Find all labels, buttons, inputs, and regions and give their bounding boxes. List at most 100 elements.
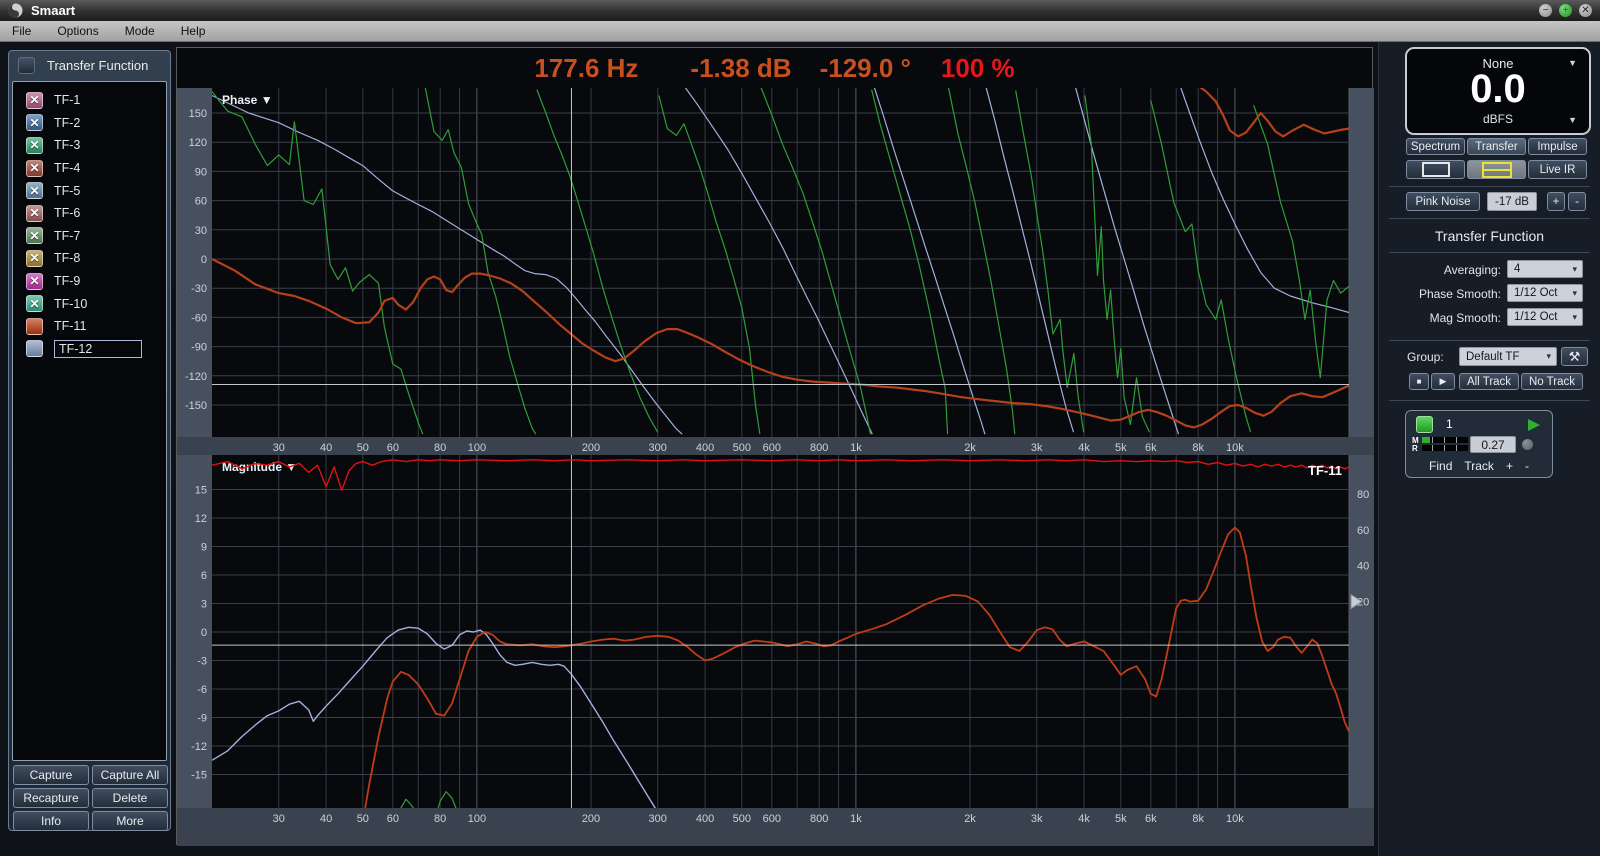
- trace-row-tf-5[interactable]: ✕ TF-5: [13, 179, 166, 202]
- trace-row-tf-11[interactable]: TF-11: [13, 315, 166, 338]
- trace-color-checkbox[interactable]: [26, 317, 43, 335]
- svg-text:4k: 4k: [1078, 813, 1090, 825]
- tab-spectrum[interactable]: Spectrum: [1406, 138, 1465, 155]
- averaging-label: Averaging:: [1443, 263, 1501, 277]
- readout-phase: -129.0 °: [819, 52, 911, 83]
- menu-help[interactable]: Help: [181, 24, 206, 38]
- meter-unit-dropdown-icon[interactable]: ▼: [1568, 115, 1577, 125]
- track-active-indicator[interactable]: [1416, 416, 1433, 433]
- close-button[interactable]: ✕: [1579, 4, 1592, 17]
- minimize-button[interactable]: −: [1539, 4, 1552, 17]
- track-play-icon[interactable]: [1528, 419, 1540, 431]
- magnitude-plot[interactable]: 15129630-3-6-9-12-1530 40 50 60 80 100 200 300 4…: [177, 455, 1374, 846]
- find-button[interactable]: Find: [1429, 459, 1452, 473]
- trace-color-checkbox[interactable]: ✕: [26, 249, 43, 267]
- svg-text:TF-11: TF-11: [1308, 463, 1342, 478]
- divider: [1389, 400, 1590, 401]
- trace-color-checkbox[interactable]: ✕: [26, 91, 43, 109]
- svg-text:2k: 2k: [964, 813, 976, 825]
- play-button[interactable]: ▶: [1431, 373, 1455, 390]
- tab-impulse[interactable]: Impulse: [1528, 138, 1587, 155]
- trace-row-tf-10[interactable]: ✕ TF-10: [13, 292, 166, 315]
- all-track-button[interactable]: All Track: [1459, 373, 1519, 390]
- stop-button[interactable]: ■: [1409, 373, 1429, 390]
- trace-color-checkbox[interactable]: ✕: [26, 204, 43, 222]
- group-select[interactable]: Default TF ▾: [1459, 347, 1557, 366]
- recapture-button[interactable]: Recapture: [13, 788, 89, 808]
- phase-plot[interactable]: 1501209060300-30-60-90-120-15030 40 50 60 80…: [177, 88, 1374, 455]
- menu-mode[interactable]: Mode: [125, 24, 155, 38]
- live-ir-button[interactable]: Live IR: [1528, 160, 1587, 179]
- trace-row-tf-7[interactable]: ✕ TF-7: [13, 225, 166, 248]
- svg-text:40: 40: [1357, 561, 1369, 573]
- trace-label: TF-10: [54, 296, 88, 311]
- svg-text:-9: -9: [197, 713, 207, 725]
- svg-text:10k: 10k: [1226, 813, 1244, 825]
- trace-label: TF-5: [54, 183, 81, 198]
- track-number: 1: [1446, 417, 1453, 431]
- trace-row-tf-3[interactable]: ✕ TF-3: [13, 134, 166, 157]
- svg-text:120: 120: [189, 137, 207, 149]
- svg-text:200: 200: [582, 442, 600, 454]
- level-plus-button[interactable]: +: [1547, 192, 1565, 211]
- trace-row-tf-12[interactable]: TF-12: [13, 338, 166, 361]
- trace-color-checkbox[interactable]: ✕: [26, 295, 43, 313]
- mag-smooth-select[interactable]: 1/12 Oct ▾: [1507, 308, 1583, 326]
- trace-row-tf-8[interactable]: ✕ TF-8: [13, 247, 166, 270]
- split-pane-view-button[interactable]: [1467, 160, 1526, 179]
- menu-options[interactable]: Options: [57, 24, 98, 38]
- trace-color-checkbox[interactable]: ✕: [26, 272, 43, 290]
- tab-transfer[interactable]: Transfer: [1467, 138, 1526, 155]
- no-track-button[interactable]: No Track: [1521, 373, 1583, 390]
- trace-color-checkbox[interactable]: ✕: [26, 136, 43, 154]
- svg-text:60: 60: [387, 813, 399, 825]
- info-button[interactable]: Info: [13, 811, 89, 831]
- chevron-down-icon: ▾: [1572, 263, 1577, 274]
- capture-all-button[interactable]: Capture All: [92, 765, 168, 785]
- svg-text:3k: 3k: [1031, 813, 1043, 825]
- pink-noise-button[interactable]: Pink Noise: [1406, 192, 1480, 211]
- more-button[interactable]: More: [92, 811, 168, 831]
- trace-label[interactable]: TF-12: [54, 339, 142, 358]
- menu-file[interactable]: File: [12, 24, 31, 38]
- track-button[interactable]: Track: [1464, 459, 1494, 473]
- phase-smooth-select[interactable]: 1/12 Oct ▾: [1507, 284, 1583, 302]
- capture-button[interactable]: Capture: [13, 765, 89, 785]
- trace-row-tf-6[interactable]: ✕ TF-6: [13, 202, 166, 225]
- phase-smooth-value: 1/12 Oct: [1514, 287, 1558, 299]
- readout-coherence: 100 %: [940, 52, 1015, 83]
- delete-button[interactable]: Delete: [92, 788, 168, 808]
- svg-text:-12: -12: [191, 741, 207, 753]
- trace-color-checkbox[interactable]: ✕: [26, 227, 43, 245]
- track-gain-field[interactable]: 0.27: [1470, 436, 1516, 453]
- trace-color-checkbox[interactable]: ✕: [26, 182, 43, 200]
- svg-text:60: 60: [1357, 525, 1369, 537]
- level-minus-button[interactable]: -: [1568, 192, 1586, 211]
- track-meter-m: [1422, 437, 1468, 443]
- control-panel: None ▼ 0.0 dBFS ▼ Spectrum Transfer Impu…: [1378, 42, 1600, 856]
- maximize-button[interactable]: +: [1559, 4, 1572, 17]
- split-pane-icon: [1481, 161, 1512, 178]
- cursor-readout: 177.6 Hz -1.38 dB -129.0 ° 100 %: [177, 48, 1372, 88]
- generator-level-field[interactable]: -17 dB: [1487, 192, 1537, 211]
- trace-label: TF-7: [54, 228, 81, 243]
- trace-row-tf-2[interactable]: ✕ TF-2: [13, 112, 166, 135]
- panel-collapse-button[interactable]: [18, 57, 35, 74]
- trace-row-tf-1[interactable]: ✕ TF-1: [13, 89, 166, 112]
- svg-text:3: 3: [201, 599, 207, 611]
- single-pane-view-button[interactable]: [1406, 160, 1465, 179]
- trace-color-checkbox[interactable]: ✕: [26, 159, 43, 177]
- track-plus-button[interactable]: +: [1506, 459, 1513, 473]
- trace-row-tf-9[interactable]: ✕ TF-9: [13, 270, 166, 293]
- svg-text:400: 400: [696, 813, 714, 825]
- meter-unit: dBFS: [1482, 112, 1513, 126]
- trace-label: TF-11: [54, 319, 87, 334]
- averaging-select[interactable]: 4 ▾: [1507, 260, 1583, 278]
- trace-row-tf-4[interactable]: ✕ TF-4: [13, 157, 166, 180]
- trace-color-checkbox[interactable]: [26, 340, 43, 358]
- trace-color-checkbox[interactable]: ✕: [26, 114, 43, 132]
- track-record-indicator[interactable]: [1522, 439, 1533, 450]
- group-manager-button[interactable]: ⚒: [1561, 347, 1588, 366]
- svg-text:30: 30: [195, 225, 207, 237]
- track-minus-button[interactable]: -: [1525, 459, 1529, 473]
